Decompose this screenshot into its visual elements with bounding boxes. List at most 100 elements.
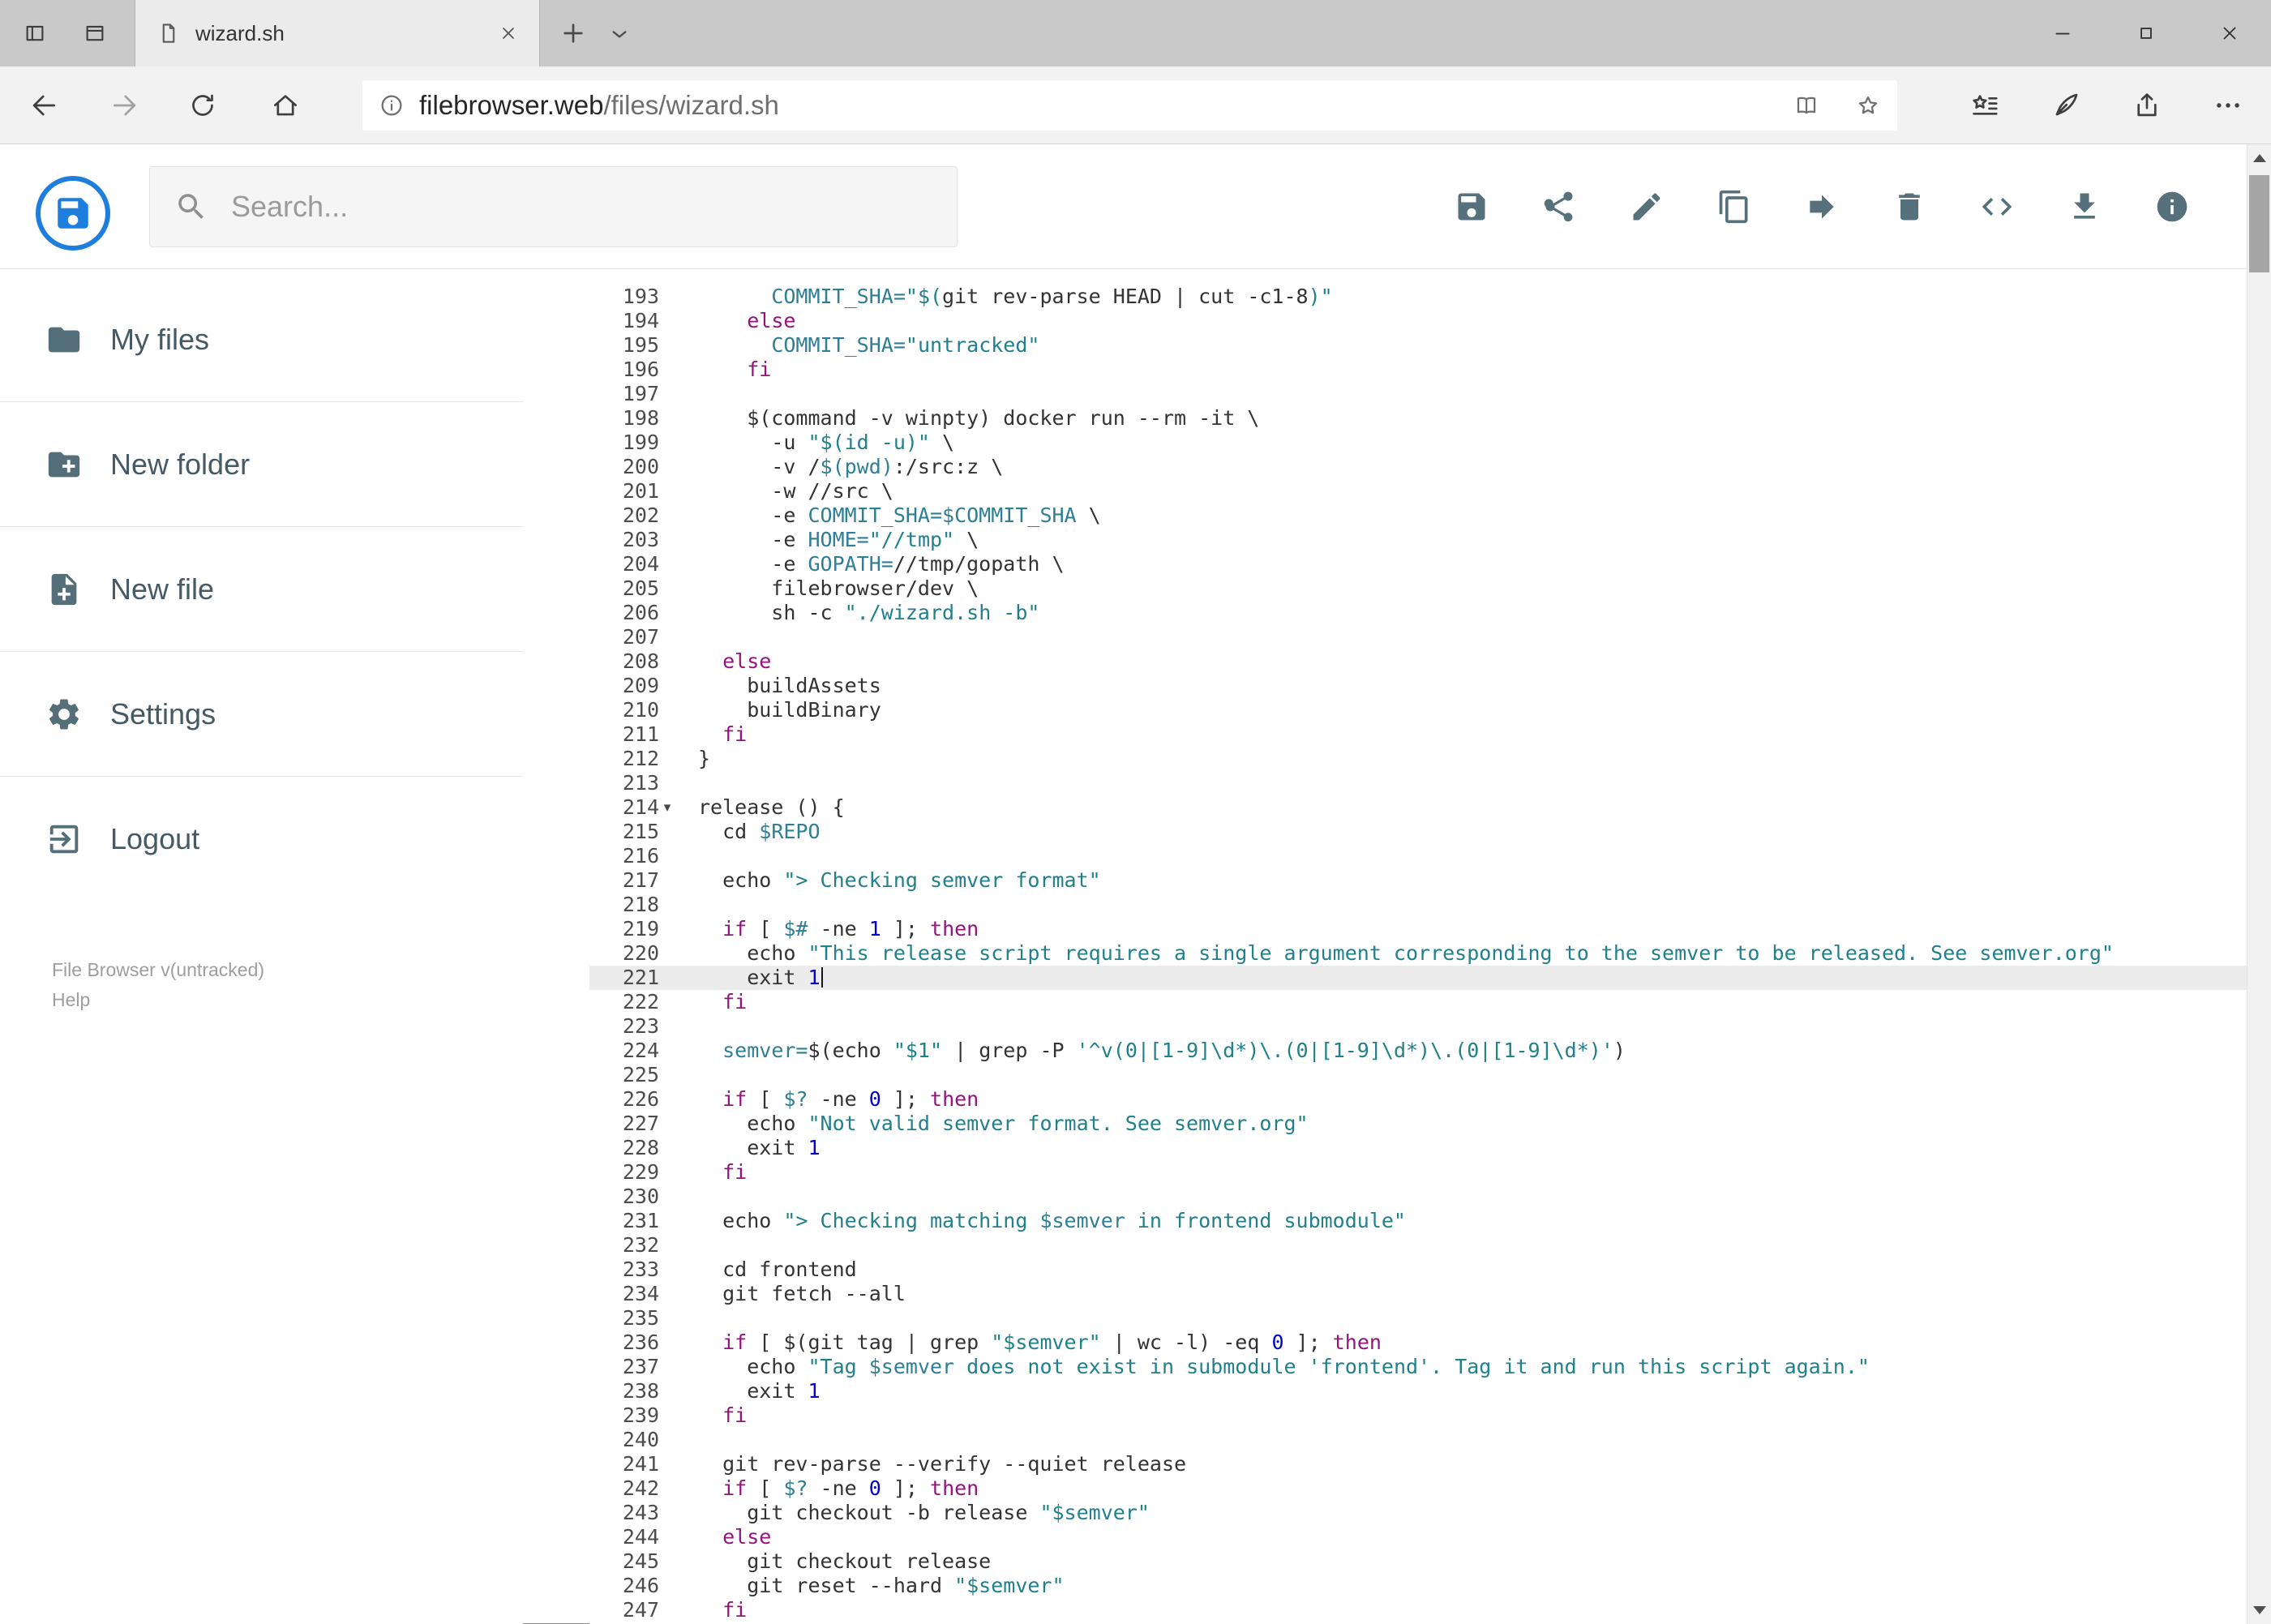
code-line[interactable]: 216	[589, 844, 2247, 868]
close-window-button[interactable]	[2187, 0, 2271, 66]
info-button[interactable]	[2154, 189, 2190, 225]
code-line[interactable]: 199 -u "$(id -u)" \	[589, 431, 2247, 455]
maximize-button[interactable]	[2104, 0, 2187, 66]
refresh-button[interactable]	[187, 90, 218, 121]
back-button[interactable]	[28, 90, 59, 121]
code-line[interactable]: 241 git rev-parse --verify --quiet relea…	[589, 1452, 2247, 1476]
code-line[interactable]: 200 -v /$(pwd):/src:z \	[589, 455, 2247, 479]
browser-tab-active[interactable]: wizard.sh	[135, 0, 540, 66]
code-line[interactable]: 231 echo "> Checking matching $semver in…	[589, 1209, 2247, 1233]
page-scrollbar[interactable]	[2247, 144, 2271, 1624]
scroll-up-arrow[interactable]	[2247, 144, 2271, 172]
code-line[interactable]: 206 sh -c "./wizard.sh -b"	[589, 601, 2247, 625]
code-line[interactable]: 235	[589, 1306, 2247, 1330]
search-box[interactable]	[149, 166, 958, 247]
code-line[interactable]: 237 echo "Tag $semver does not exist in …	[589, 1355, 2247, 1379]
code-line[interactable]: 193 COMMIT_SHA="$(git rev-parse HEAD | c…	[589, 285, 2247, 309]
sidebar-item-logout[interactable]: Logout	[0, 777, 523, 902]
sidebar-item-new-folder[interactable]: New folder	[0, 402, 523, 527]
code-line[interactable]: 247 fi	[589, 1598, 2247, 1622]
scroll-down-arrow[interactable]	[2247, 1596, 2271, 1624]
rename-button[interactable]	[1629, 189, 1665, 225]
help-link[interactable]: Help	[52, 985, 264, 1015]
code-line[interactable]: 227 echo "Not valid semver format. See s…	[589, 1112, 2247, 1136]
code-line[interactable]: 224 semver=$(echo "$1" | grep -P '^v(0|[…	[589, 1039, 2247, 1063]
code-line[interactable]: 209 buildAssets	[589, 674, 2247, 698]
code-line[interactable]: 228 exit 1	[589, 1136, 2247, 1160]
code-line[interactable]: 229 fi	[589, 1160, 2247, 1185]
tabs-preview-icon[interactable]	[83, 21, 107, 45]
code-line[interactable]: 244 else	[589, 1525, 2247, 1549]
code-line[interactable]: 239 fi	[589, 1403, 2247, 1428]
code-line[interactable]: 222 fi	[589, 990, 2247, 1014]
reading-view-icon[interactable]	[1793, 92, 1819, 118]
forward-button[interactable]	[109, 90, 140, 121]
code-line[interactable]: 214 ▾ release () {	[589, 795, 2247, 820]
code-line[interactable]: 238 exit 1	[589, 1379, 2247, 1403]
source-view-button[interactable]	[1979, 189, 2015, 225]
code-line[interactable]: 219 if [ $# -ne 1 ]; then	[589, 917, 2247, 941]
code-line[interactable]: 202 -e COMMIT_SHA=$COMMIT_SHA \	[589, 503, 2247, 528]
search-input[interactable]	[229, 189, 932, 225]
copy-button[interactable]	[1716, 189, 1752, 225]
scrollbar-thumb[interactable]	[2249, 175, 2269, 272]
code-line[interactable]: 233 cd frontend	[589, 1258, 2247, 1282]
code-line[interactable]: 218	[589, 893, 2247, 917]
fold-marker-icon[interactable]: ▾	[659, 795, 675, 820]
code-line[interactable]: 210 buildBinary	[589, 698, 2247, 722]
code-line[interactable]: 204 -e GOPATH=//tmp/gopath \	[589, 552, 2247, 576]
code-line[interactable]: 243 git checkout -b release "$semver"	[589, 1501, 2247, 1525]
code-line[interactable]: 211 fi	[589, 722, 2247, 747]
favorite-star-icon[interactable]	[1855, 92, 1881, 118]
code-line[interactable]: 245 git checkout release	[589, 1549, 2247, 1574]
address-bar[interactable]: filebrowser.web/files/wizard.sh	[362, 80, 1897, 131]
code-line[interactable]: 207	[589, 625, 2247, 649]
code-line[interactable]: 197	[589, 382, 2247, 406]
site-info-icon[interactable]	[379, 92, 405, 118]
url-text[interactable]: filebrowser.web/files/wizard.sh	[419, 90, 1793, 121]
code-line[interactable]: 212}	[589, 747, 2247, 771]
code-line[interactable]: 217 echo "> Checking semver format"	[589, 868, 2247, 893]
filebrowser-logo[interactable]	[36, 176, 110, 251]
hub-favorites-icon[interactable]	[1969, 90, 2000, 121]
move-button[interactable]	[1804, 189, 1840, 225]
code-line[interactable]: 215 cd $REPO	[589, 820, 2247, 844]
code-line[interactable]: 208 else	[589, 649, 2247, 674]
code-line[interactable]: 195 COMMIT_SHA="untracked"	[589, 333, 2247, 358]
code-line[interactable]: 201 -w //src \	[589, 479, 2247, 503]
code-line[interactable]: 196 fi	[589, 358, 2247, 382]
code-line[interactable]: 213	[589, 771, 2247, 795]
download-button[interactable]	[2067, 189, 2102, 225]
sidebar-item-new-file[interactable]: New file	[0, 527, 523, 652]
code-line[interactable]: 226 if [ $? -ne 0 ]; then	[589, 1087, 2247, 1112]
share-page-icon[interactable]	[2132, 90, 2162, 121]
code-line[interactable]: 242 if [ $? -ne 0 ]; then	[589, 1476, 2247, 1501]
code-line[interactable]: 205 filebrowser/dev \	[589, 576, 2247, 601]
tab-close-icon[interactable]	[499, 24, 518, 43]
more-menu-icon[interactable]	[2213, 90, 2243, 121]
code-line[interactable]: 225	[589, 1063, 2247, 1087]
code-line[interactable]: 220 echo "This release script requires a…	[589, 941, 2247, 966]
delete-button[interactable]	[1892, 189, 1927, 225]
new-tab-button[interactable]	[558, 18, 589, 49]
code-line[interactable]: 230	[589, 1185, 2247, 1209]
code-line[interactable]: 203 -e HOME="//tmp" \	[589, 528, 2247, 552]
code-line[interactable]: 240	[589, 1428, 2247, 1452]
code-line[interactable]: 232	[589, 1233, 2247, 1258]
share-button[interactable]	[1541, 189, 1577, 225]
home-button[interactable]	[270, 90, 301, 121]
code-line[interactable]: 198 $(command -v winpty) docker run --rm…	[589, 406, 2247, 431]
code-line[interactable]: 246 git reset --hard "$semver"	[589, 1574, 2247, 1598]
sidebar-item-my-files[interactable]: My files	[0, 277, 523, 402]
code-line[interactable]: 194 else	[589, 309, 2247, 333]
code-line[interactable]: 234 git fetch --all	[589, 1282, 2247, 1306]
tab-preview-chevron-icon[interactable]	[606, 21, 632, 47]
code-editor[interactable]: 193 COMMIT_SHA="$(git rev-parse HEAD | c…	[589, 269, 2247, 1624]
code-line[interactable]: 223	[589, 1014, 2247, 1039]
sidebar-item-settings[interactable]: Settings	[0, 652, 523, 777]
save-button[interactable]	[1454, 189, 1489, 225]
code-line[interactable]: 221 exit 1	[589, 966, 2247, 990]
set-tabs-aside-icon[interactable]	[23, 21, 47, 45]
minimize-button[interactable]	[2020, 0, 2104, 66]
code-line[interactable]: 236 if [ $(git tag | grep "$semver" | wc…	[589, 1330, 2247, 1355]
